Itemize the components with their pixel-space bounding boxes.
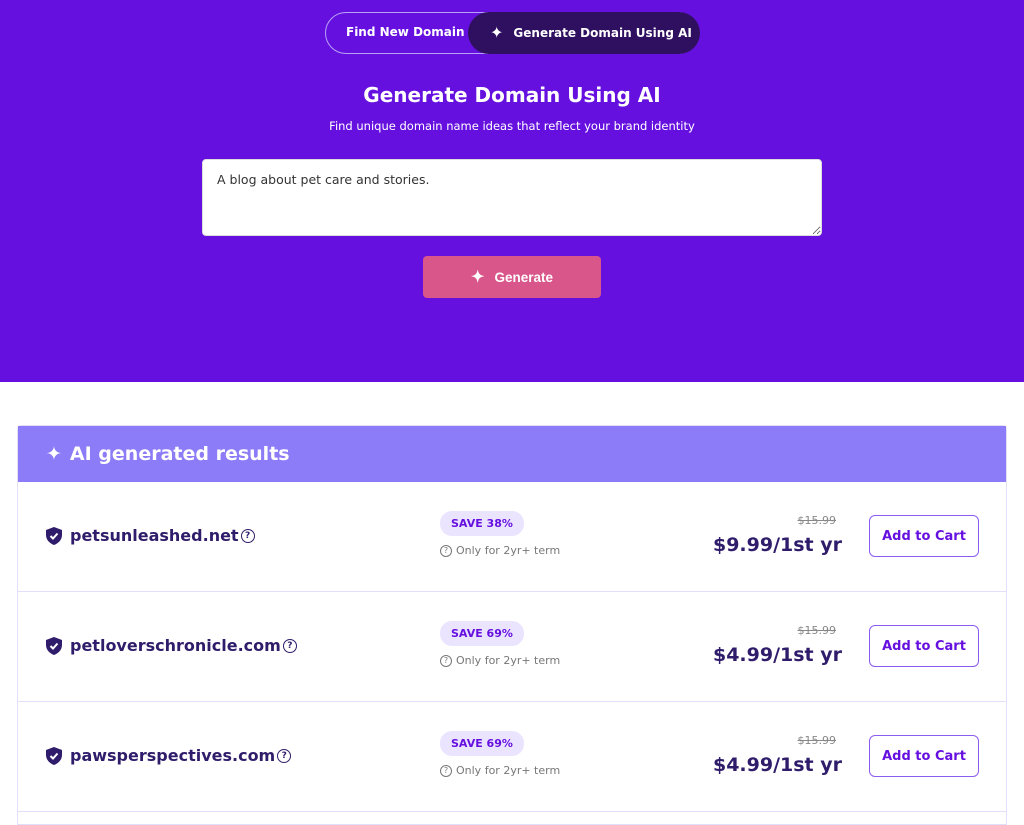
add-to-cart-button[interactable]: Add to Cart [869,515,979,557]
save-badge: SAVE 38% [440,511,524,536]
old-price: $15.99 [797,624,837,637]
term-note: ? Only for 2yr+ term [440,654,560,667]
domain-cell: petloverschronicle.com ? [46,636,297,655]
domain-name: pawsperspectives.com [70,746,276,765]
help-icon[interactable]: ? [282,638,297,653]
save-badge: SAVE 69% [440,621,524,646]
generate-label: Generate [494,269,553,285]
results-card: ✦ AI generated results petsunleashed.net… [17,425,1007,825]
note-text: Only for 2yr+ term [456,544,561,557]
generate-button[interactable]: ✦ Generate [423,256,601,298]
help-icon: ? [440,544,452,557]
result-row: petloverschronicle.com ? SAVE 69% ? Only … [18,592,1006,702]
results-title: AI generated results [69,443,290,465]
tab-find-new-domain[interactable]: Find New Domain [346,25,465,39]
domain-cell: pawsperspectives.com ? [46,746,292,765]
price: $4.99/1st yr [712,644,842,666]
description-input[interactable]: A blog about pet care and stories. [202,159,822,236]
shield-check-icon [46,746,62,765]
sparkles-icon: ✦ [46,443,62,465]
price: $4.99/1st yr [712,754,842,776]
help-icon: ? [440,654,452,667]
page-subtitle: Find unique domain name ideas that refle… [329,119,695,133]
sparkles-icon: ✦ [471,269,485,286]
save-badge: SAVE 69% [440,731,524,756]
tab-generate-ai[interactable]: ✦ Generate Domain Using AI [468,11,700,54]
old-price: $15.99 [797,734,837,747]
note-text: Only for 2yr+ term [456,764,561,777]
shield-check-icon [46,526,62,545]
mode-toggle: Find New Domain ✦ Generate Domain Using … [325,11,700,54]
help-icon: ? [440,764,452,777]
add-to-cart-button[interactable]: Add to Cart [869,735,979,777]
price: $9.99/1st yr [712,534,842,556]
note-text: Only for 2yr+ term [456,654,561,667]
domain-name: petloverschronicle.com [70,636,281,655]
help-icon[interactable]: ? [277,748,292,763]
old-price: $15.99 [797,514,837,527]
results-header: ✦ AI generated results [18,426,1006,482]
help-icon[interactable]: ? [240,528,255,543]
page-title: Generate Domain Using AI [363,83,661,107]
hero-section: Find New Domain ✦ Generate Domain Using … [0,0,1024,382]
domain-name: petsunleashed.net [70,526,239,545]
domain-cell: petsunleashed.net ? [46,526,255,545]
shield-check-icon [46,636,62,655]
term-note: ? Only for 2yr+ term [440,764,560,777]
sparkles-icon: ✦ [490,23,504,42]
term-note: ? Only for 2yr+ term [440,544,560,557]
result-row: pawsperspectives.com ? SAVE 69% ? Only fo… [18,702,1006,812]
add-to-cart-button[interactable]: Add to Cart [869,625,979,667]
tab-label: Generate Domain Using AI [513,25,692,40]
result-row: petsunleashed.net ? SAVE 38% ? Only for 2… [18,482,1006,592]
